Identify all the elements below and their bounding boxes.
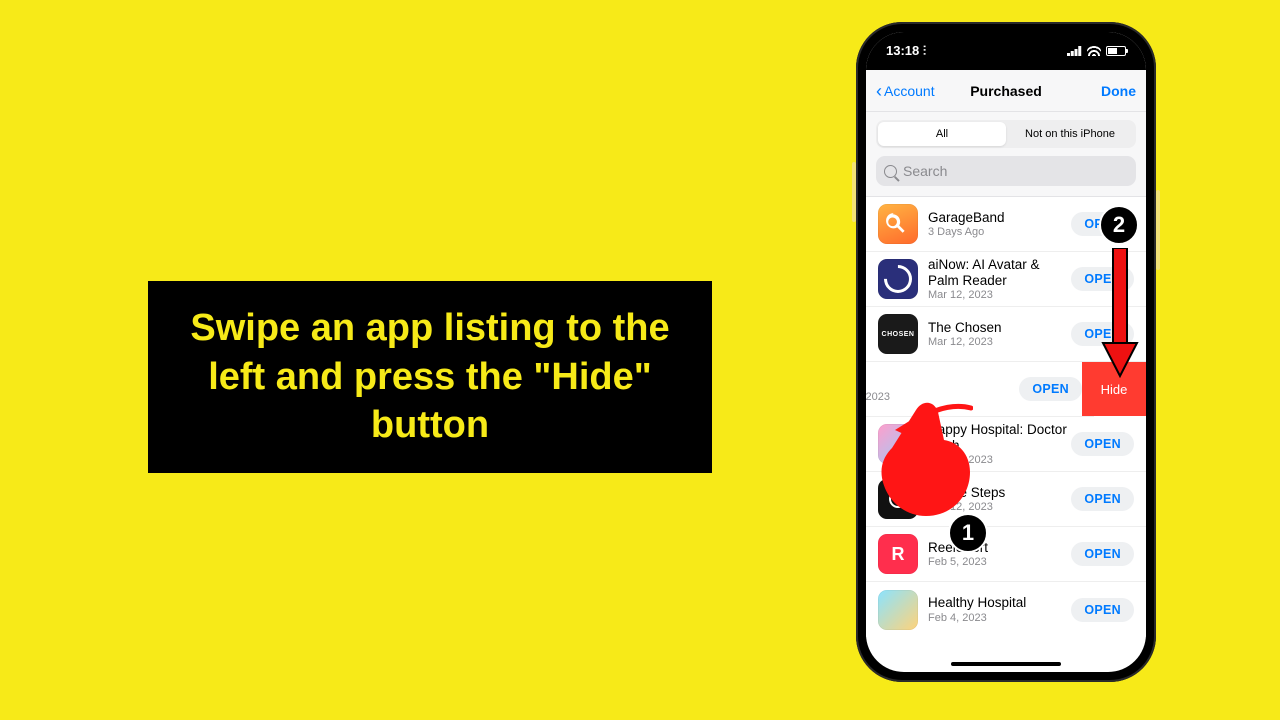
home-indicator: [951, 662, 1061, 666]
callout-badge-2: 2: [1099, 205, 1139, 245]
open-button[interactable]: OPEN: [1071, 432, 1134, 456]
done-button[interactable]: Done: [1101, 83, 1136, 99]
chevron-left-icon: ‹: [876, 82, 882, 100]
app-icon-reelshort: R: [878, 534, 918, 574]
search-wrap: Search: [866, 148, 1146, 197]
back-label: Account: [884, 83, 935, 99]
status-icons: [1067, 46, 1126, 56]
app-date: Mar 12, 2023: [928, 289, 1071, 301]
app-name: aiNow: AI Avatar & Palm Reader: [928, 257, 1071, 288]
app-date: Mar 12, 2023: [928, 336, 1071, 348]
list-item[interactable]: Healthy Hospital Feb 4, 2023 OPEN: [866, 582, 1146, 637]
instruction-panel: Swipe an app listing to the left and pre…: [148, 281, 712, 473]
app-name: Healthy Hospital: [928, 595, 1071, 611]
page-title: Purchased: [970, 83, 1042, 99]
open-button[interactable]: OPEN: [1019, 377, 1082, 401]
notch: [951, 32, 1061, 56]
status-bar: 13:18 ⫶: [866, 32, 1146, 70]
app-icon-ainow: [878, 259, 918, 299]
app-date: Feb 5, 2023: [928, 556, 1071, 568]
open-button[interactable]: OPEN: [1071, 598, 1134, 622]
callout-badge-1: 1: [948, 513, 988, 553]
search-placeholder: Search: [903, 163, 947, 179]
app-icon-chosen: CHOSEN: [878, 314, 918, 354]
app-date: 3 Days Ago: [928, 226, 1071, 238]
back-button[interactable]: ‹ Account: [876, 82, 935, 100]
signal-icon: [1067, 46, 1082, 56]
app-icon-garageband: [878, 204, 918, 244]
battery-icon: [1106, 46, 1126, 56]
app-name: The Chosen: [928, 320, 1071, 336]
search-input[interactable]: Search: [876, 156, 1136, 186]
open-button[interactable]: OPEN: [1071, 487, 1134, 511]
app-date: Feb 4, 2023: [928, 612, 1071, 624]
app-icon-healthy-hospital: [878, 590, 918, 630]
nav-bar: ‹ Account Purchased Done: [866, 70, 1146, 112]
app-name: GarageBand: [928, 210, 1071, 226]
segmented-wrap: All Not on this iPhone: [866, 112, 1146, 148]
search-icon: [884, 165, 897, 178]
app-name: BiCam: [866, 375, 1019, 391]
arrow-down-icon: [1100, 248, 1140, 378]
status-time: 13:18 ⫶: [886, 43, 926, 59]
segment-all[interactable]: All: [878, 122, 1006, 146]
open-button[interactable]: OPEN: [1071, 542, 1134, 566]
wifi-icon: [1087, 46, 1101, 56]
instruction-text: Swipe an app listing to the left and pre…: [172, 304, 688, 450]
segment-not-on-iphone[interactable]: Not on this iPhone: [1006, 122, 1134, 146]
segmented-control[interactable]: All Not on this iPhone: [876, 120, 1136, 148]
